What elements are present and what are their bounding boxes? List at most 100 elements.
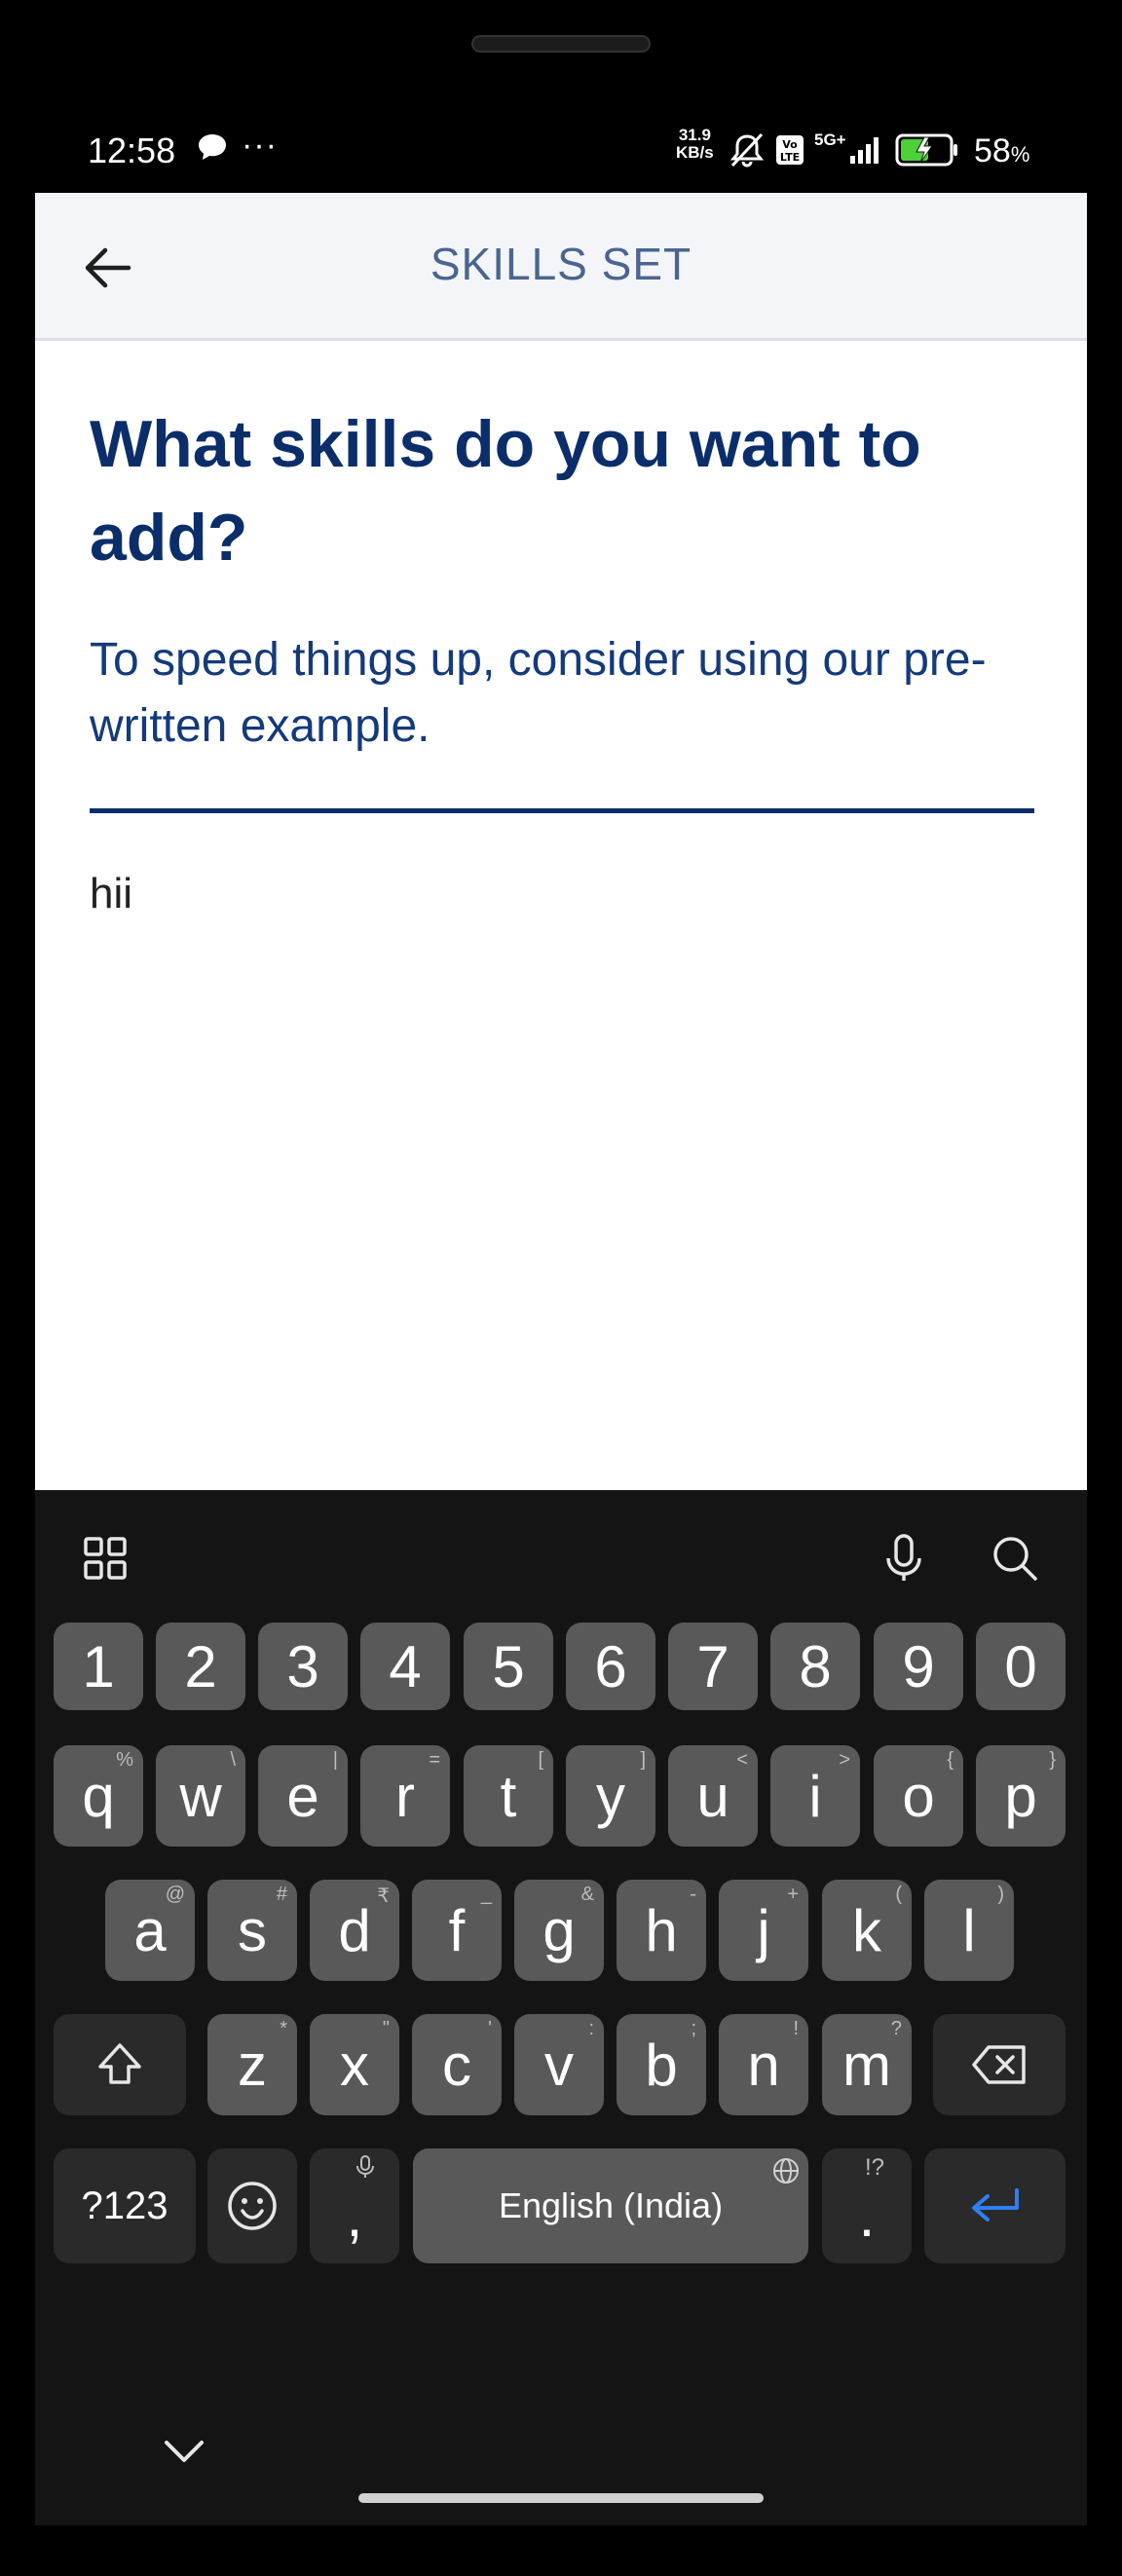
key-l[interactable]: ) l [924,1880,1014,1981]
helper-text: To speed things up, consider using our p… [90,634,987,752]
keyboard-row-bottom: ?123 , English (India) !? . [35,2148,1087,2263]
key-label: c [442,2032,471,2098]
key-h[interactable]: -h [617,1880,706,1981]
key-hint: + [787,1884,799,1905]
key-5[interactable]: 5 [464,1623,553,1710]
key-q[interactable]: % q [54,1745,143,1847]
key-hint: ' [488,2018,492,2039]
key-hint: _ [480,1884,492,1905]
key-hint: ( [895,1884,902,1905]
key-hint: { [947,1749,954,1771]
key-k[interactable]: (k [822,1880,912,1981]
app-bar: SKILLS SET [35,193,1087,341]
emoji-key[interactable] [207,2148,297,2263]
speaker-grille [471,35,651,53]
key-label: v [544,2032,574,2098]
device-frame: 12:58 ··· 31.9 KB/s Vo LTE 5G+ 58% SKILL… [0,0,1122,2576]
key-1[interactable]: 1 [54,1623,143,1710]
key-hint: # [276,1884,287,1905]
page-title: SKILLS SET [430,239,692,289]
enter-key[interactable] [924,2148,1066,2263]
navigation-area [35,2386,1087,2525]
key-z[interactable]: * z [207,2014,297,2115]
key-0[interactable]: 0 [976,1623,1066,1710]
key-hint: ₹ [377,1885,390,1907]
apps-grid-icon[interactable] [76,1529,134,1587]
key-7[interactable]: 7 [668,1623,758,1710]
battery-level: 58% [974,132,1029,170]
key-c[interactable]: ' c [412,2014,502,2115]
chevron-down-icon [165,2441,204,2462]
key-j[interactable]: + j [719,1880,808,1981]
key-label: d [338,1897,371,1963]
skills-input[interactable]: hii [90,870,1034,918]
key-n[interactable]: ! n [719,2014,808,2115]
keyboard-row-zxcv: * z " x ' c :v ; b ! n ? m [35,2014,1087,2115]
key-label: s [238,1897,267,1963]
key-8[interactable]: 8 [770,1623,860,1710]
key-t[interactable]: [t [464,1745,553,1847]
key-a[interactable]: @ a [105,1880,195,1981]
key-hint: | [332,1749,338,1771]
symbols-key[interactable]: ?123 [54,2148,196,2263]
key-hint: : [588,2018,594,2039]
period-key[interactable]: !? . [822,2148,912,2263]
status-bar: 12:58 ··· 31.9 KB/s Vo LTE 5G+ 58% [35,105,1087,193]
key-label: k [852,1897,881,1963]
key-e[interactable]: | e [258,1745,348,1847]
shift-key[interactable] [54,2014,186,2115]
key-f[interactable]: _ f [412,1880,502,1981]
key-g[interactable]: & g [514,1880,604,1981]
key-y[interactable]: ] y [566,1745,655,1847]
keyboard-hide-button[interactable] [150,2427,218,2476]
key-2[interactable]: 2 [156,1623,245,1710]
key-label: w [179,1763,222,1829]
backspace-key[interactable] [933,2014,1066,2115]
key-v[interactable]: :v [514,2014,604,2115]
key-4[interactable]: 4 [360,1623,450,1710]
key-label: h [645,1897,678,1963]
key-3[interactable]: 3 [258,1623,348,1710]
key-x[interactable]: " x [310,2014,399,2115]
key-label: b [645,2032,678,2098]
key-label: j [757,1897,770,1963]
key-i[interactable]: > i [770,1745,860,1847]
key-m[interactable]: ? m [822,2014,912,2115]
key-9[interactable]: 9 [874,1623,963,1710]
signal-group: 5G+ [814,131,885,170]
overflow-dots: ··· [242,127,278,164]
key-label: q [82,1763,115,1829]
network-speed-value: 31.9 [678,126,711,144]
key-r[interactable]: = r [360,1745,450,1847]
key-6[interactable]: 6 [566,1623,655,1710]
key-hint: > [839,1749,850,1771]
home-indicator[interactable] [358,2493,764,2503]
emoji-icon [228,2182,277,2230]
key-o[interactable]: {o [874,1745,963,1847]
microphone-icon[interactable] [875,1529,933,1587]
key-label: l [962,1897,976,1963]
space-key[interactable]: English (India) [413,2148,808,2263]
key-w[interactable]: \ w [156,1745,245,1847]
comma-key[interactable]: , [310,2148,399,2263]
key-u[interactable]: < u [668,1745,758,1847]
key-hint: & [580,1884,594,1905]
divider [90,808,1034,813]
key-p[interactable]: } p [976,1745,1066,1847]
search-icon[interactable] [986,1529,1044,1587]
key-b[interactable]: ; b [617,2014,706,2115]
key-label: f [448,1897,466,1963]
backspace-icon [972,2045,1026,2084]
space-label: English (India) [498,2185,724,2225]
key-hint: ! [793,2018,799,2039]
keyboard-row-qwerty: % q \ w | e = r [t ] y < u > i {o } p [35,1745,1087,1847]
key-label: u [696,1763,729,1829]
key-d[interactable]: ₹ d [310,1880,399,1981]
key-s[interactable]: # s [207,1880,297,1981]
key-hint: - [690,1884,696,1905]
battery-unit: % [1010,142,1030,167]
network-speed: 31.9 KB/s [676,127,714,162]
key-hint: ] [640,1749,646,1771]
enter-icon [971,2188,1019,2221]
key-label: r [395,1763,415,1829]
